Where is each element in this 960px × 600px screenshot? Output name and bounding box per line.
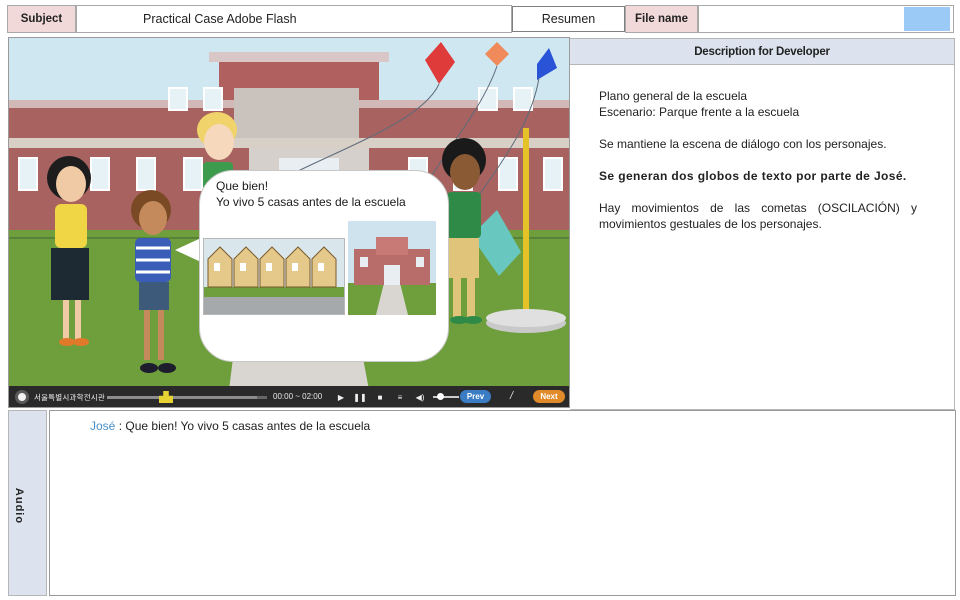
audio-script: José : Que bien! Yo vivo 5 casas antes d… (49, 410, 956, 596)
audio-label: Audio (13, 487, 25, 525)
org-name: 서울특별시과학전시관 (34, 393, 105, 402)
audio-line: José : Que bien! Yo vivo 5 casas antes d… (90, 419, 370, 433)
scene-preview: Que bien! Yo vivo 5 casas antes de la es… (8, 37, 570, 408)
school-image (348, 221, 436, 315)
audio-speaker: José (90, 419, 116, 433)
stop-icon[interactable]: ■ (374, 391, 386, 403)
progress-track[interactable] (107, 396, 267, 399)
description-paragraph-4: Hay movimientos de las cometas (OSCILACI… (599, 201, 917, 231)
audio-label-cell: Audio (8, 410, 47, 596)
media-player-bar: 서울특별시과학전시관 00:00 ~ 02:00 ▶ ❚❚ ■ ≡ ◀) Pre… (9, 386, 569, 407)
next-button[interactable]: Next (533, 390, 565, 403)
description-paragraph-2: Se mantiene la escena de diálogo con los… (599, 137, 887, 151)
org-logo-icon (15, 390, 29, 404)
speech-bubble-line-2: Yo vivo 5 casas antes de la escuela (216, 195, 406, 209)
progress-fill (107, 396, 258, 399)
subject-value: Practical Case Adobe Flash (76, 5, 512, 33)
houses-image (203, 238, 345, 315)
audio-separator: : (115, 419, 126, 433)
volume-icon[interactable]: ◀) (414, 391, 426, 403)
resumen-field[interactable]: Resumen (512, 6, 625, 32)
file-name-color-swatch (904, 7, 950, 31)
volume-knob[interactable] (437, 393, 444, 400)
play-icon[interactable]: ▶ (335, 391, 347, 403)
flagpole (523, 128, 529, 318)
description-paragraph-3: Se generan dos globos de texto por parte… (599, 169, 907, 183)
time-display: 00:00 ~ 02:00 (273, 392, 323, 401)
file-name-label: File name (625, 5, 698, 33)
progress-thumb[interactable] (159, 391, 173, 403)
description-line-1: Plano general de la escuela (599, 89, 748, 103)
speech-bubble-line-1: Que bien! (216, 179, 269, 193)
audio-text: Que bien! Yo vivo 5 casas antes de la es… (125, 419, 371, 433)
description-body: Plano general de la escuela Escenario: P… (599, 88, 917, 232)
description-header: Description for Developer (570, 39, 954, 65)
description-panel: Description for Developer Plano general … (570, 38, 955, 410)
prev-button[interactable]: Prev (460, 390, 491, 403)
speech-bubble-tail (175, 238, 201, 262)
description-line-2: Escenario: Parque frente a la escuela (599, 105, 800, 119)
subject-label: Subject (7, 5, 76, 33)
pause-icon[interactable]: ❚❚ (353, 391, 366, 403)
speech-bubble-text: Que bien! Yo vivo 5 casas antes de la es… (216, 178, 406, 210)
menu-icon[interactable]: ≡ (394, 391, 406, 403)
nav-separator: / (510, 390, 514, 402)
